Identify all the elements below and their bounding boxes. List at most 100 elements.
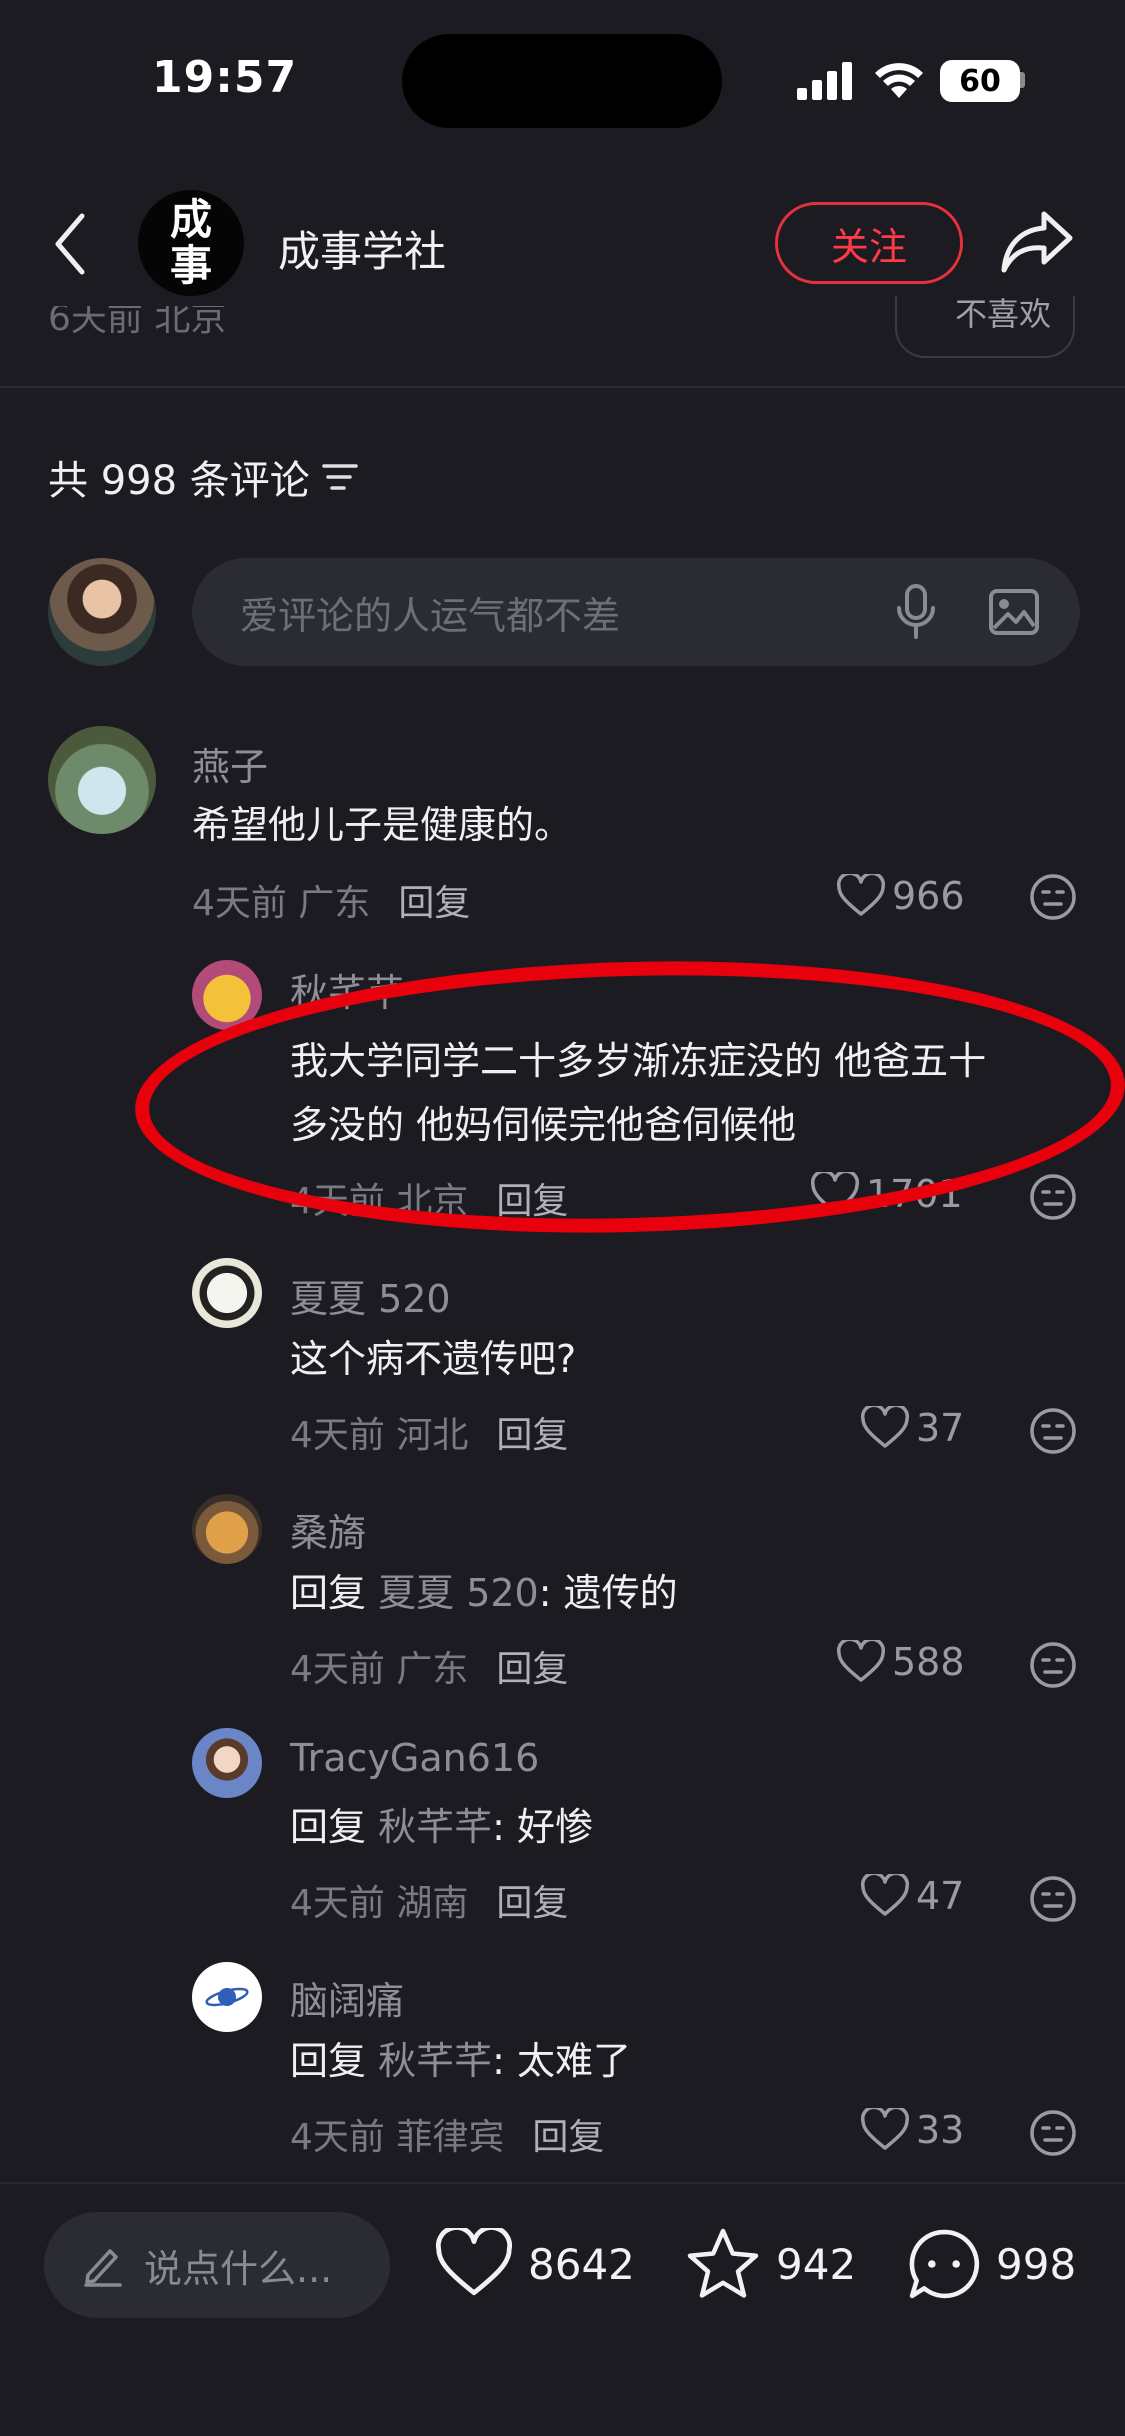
comment-meta-row: 4天前 广东 回复 xyxy=(290,1640,568,1692)
reply-to-user[interactable]: 秋芊芊 xyxy=(378,1805,492,1849)
comment-meta-row: 4天前 菲律宾 回复 xyxy=(290,2108,604,2160)
favorite-button[interactable]: 942 xyxy=(684,2226,856,2302)
dynamic-island xyxy=(402,34,722,128)
like-button[interactable]: 37 xyxy=(860,1406,964,1450)
status-time: 19:57 xyxy=(152,52,298,103)
comment-text: 这个病不遗传吧? xyxy=(290,1337,577,1381)
comment-text: 回复 秋芊芊: 太难了 xyxy=(290,2028,631,2094)
like-button[interactable]: 588 xyxy=(836,1640,965,1684)
my-avatar xyxy=(48,558,156,666)
comment-meta: 4天前 菲律宾 xyxy=(290,2117,505,2158)
comment-input-placeholder: 爱评论的人运气都不差 xyxy=(240,593,621,638)
commenter-name[interactable]: 桑旖 xyxy=(290,1502,366,1557)
commenter-name[interactable]: 燕子 xyxy=(192,736,268,791)
like-count: 37 xyxy=(916,1406,965,1450)
author-name[interactable]: 成事学社 xyxy=(278,218,446,279)
reply-to-user[interactable]: 秋芊芊 xyxy=(378,2039,492,2083)
like-count: 47 xyxy=(916,1874,965,1918)
author-avatar[interactable]: 成事 xyxy=(138,190,244,296)
comment-meta-row: 4天前 广东 回复 xyxy=(192,874,470,926)
comment-body: : 太难了 xyxy=(492,2039,632,2083)
reply-button[interactable]: 回复 xyxy=(496,1181,568,1222)
wifi-icon xyxy=(875,63,923,98)
dislike-button[interactable]: 不喜欢 xyxy=(895,296,1075,358)
like-button[interactable]: 33 xyxy=(860,2108,964,2152)
dislike-face-icon[interactable] xyxy=(1028,1406,1078,1456)
reply-button[interactable]: 回复 xyxy=(496,1883,568,1924)
commenter-avatar[interactable] xyxy=(192,1962,262,2032)
dislike-face-icon[interactable] xyxy=(1028,1874,1078,1924)
commenter-name[interactable]: TracyGan616 xyxy=(290,1736,539,1780)
reply-prefix: 回复 xyxy=(290,1805,367,1849)
comment-meta: 4天前 广东 xyxy=(192,883,371,924)
heart-icon xyxy=(860,1874,910,1916)
commenter-avatar[interactable] xyxy=(192,1728,262,1798)
reply-to-user[interactable]: 夏夏 520 xyxy=(378,1571,539,1615)
commenter-name[interactable]: 秋芊芊 xyxy=(290,962,404,1017)
comments-count: 998 xyxy=(996,2239,1077,2289)
favorite-count: 942 xyxy=(776,2239,857,2289)
like-count: 33 xyxy=(916,2108,965,2152)
like-count: 966 xyxy=(892,874,965,918)
dislike-face-icon[interactable] xyxy=(1028,2108,1078,2158)
comments-button[interactable]: 998 xyxy=(906,2226,1076,2302)
dislike-label: 不喜欢 xyxy=(955,296,1052,333)
post-like-count: 8642 xyxy=(528,2239,635,2289)
post-like-button[interactable]: 8642 xyxy=(434,2228,635,2300)
heart-icon xyxy=(810,1172,860,1214)
commenter-name[interactable]: 夏夏 520 xyxy=(290,1268,451,1323)
comment-meta: 4天前 广东 xyxy=(290,1649,469,1690)
like-count: 588 xyxy=(892,1640,965,1684)
comment-input[interactable]: 爱评论的人运气都不差 xyxy=(192,558,1080,666)
comment-count: 共 998 条评论 xyxy=(48,458,310,504)
heart-icon xyxy=(435,2228,513,2296)
reply-button[interactable]: 回复 xyxy=(532,2117,604,2158)
comment-text: 回复 夏夏 520: 遗传的 xyxy=(290,1560,678,1626)
heart-icon xyxy=(860,1406,910,1448)
dislike-face-icon[interactable] xyxy=(1028,1172,1078,1222)
comment-text-line1: 我大学同学二十多岁渐冻症没的 他爸五十 xyxy=(290,1039,987,1083)
reply-prefix: 回复 xyxy=(290,1571,367,1615)
commenter-avatar[interactable] xyxy=(192,960,262,1030)
microphone-icon[interactable] xyxy=(896,584,936,640)
back-icon[interactable] xyxy=(50,212,90,276)
comment-text: 回复 秋芊芊: 好惨 xyxy=(290,1794,593,1860)
battery-indicator: 60 xyxy=(940,60,1020,102)
post-meta: 6天前 北京 xyxy=(48,306,227,339)
comment-meta-row: 4天前 北京 回复 xyxy=(290,1172,568,1224)
dislike-face-icon[interactable] xyxy=(1028,1640,1078,1690)
comment-count-row[interactable]: 共 998 条评论 xyxy=(48,448,358,506)
battery-tip xyxy=(1020,72,1025,88)
commenter-avatar[interactable] xyxy=(192,1258,262,1328)
cellular-signal-icon xyxy=(797,62,852,100)
comment-meta: 4天前 河北 xyxy=(290,1415,469,1456)
sort-icon[interactable] xyxy=(322,462,358,492)
star-icon xyxy=(687,2228,759,2298)
like-button[interactable]: 47 xyxy=(860,1874,964,1918)
comment-meta-row: 4天前 河北 回复 xyxy=(290,1406,568,1458)
reply-button[interactable]: 回复 xyxy=(496,1415,568,1456)
commenter-avatar[interactable] xyxy=(192,1494,262,1564)
follow-button[interactable]: 关注 xyxy=(775,202,963,284)
like-button[interactable]: 966 xyxy=(836,874,965,918)
bottom-divider xyxy=(0,2182,1125,2184)
like-button[interactable]: 1701 xyxy=(810,1172,963,1216)
heart-icon xyxy=(836,1640,886,1682)
say-something-input[interactable]: 说点什么... xyxy=(44,2212,390,2318)
comment-meta-row: 4天前 湖南 回复 xyxy=(290,1874,568,1926)
commenter-avatar[interactable] xyxy=(48,726,156,834)
divider xyxy=(0,386,1125,388)
reply-button[interactable]: 回复 xyxy=(496,1649,568,1690)
say-something-placeholder: 说点什么... xyxy=(144,2246,333,2291)
comment-body: : 遗传的 xyxy=(538,1571,678,1615)
like-count: 1701 xyxy=(866,1172,963,1216)
commenter-name[interactable]: 脑阔痛 xyxy=(290,1970,404,2025)
heart-icon xyxy=(860,2108,910,2150)
reply-prefix: 回复 xyxy=(290,2039,367,2083)
comment-meta: 4天前 湖南 xyxy=(290,1883,469,1924)
share-icon[interactable] xyxy=(1000,208,1076,278)
dislike-face-icon[interactable] xyxy=(1028,872,1078,922)
reply-button[interactable]: 回复 xyxy=(398,883,470,924)
comment-body: : 好惨 xyxy=(492,1805,594,1849)
image-icon[interactable] xyxy=(988,588,1040,636)
